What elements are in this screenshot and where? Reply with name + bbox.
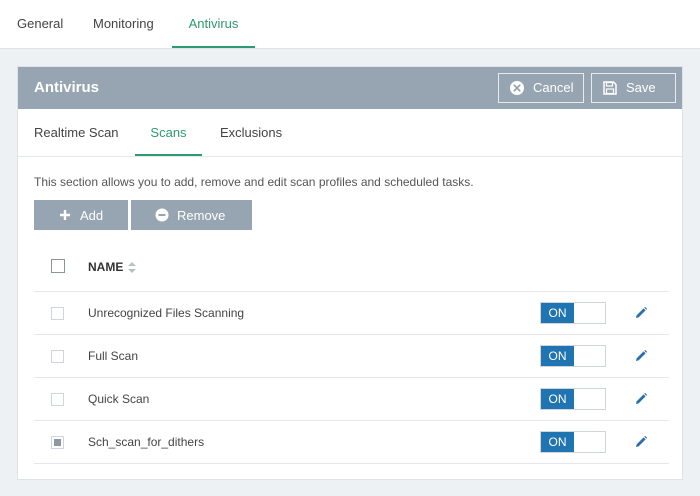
remove-button[interactable]: Remove [131, 200, 252, 230]
panel-header: Antivirus Cancel Save [18, 67, 682, 109]
row-checkbox[interactable] [51, 350, 64, 363]
table-row: Unrecognized Files Scanning ON [34, 292, 669, 335]
save-floppy-icon [602, 80, 618, 96]
table-header: NAME [34, 243, 669, 292]
plus-icon [58, 208, 72, 222]
sub-tab-bar: Realtime Scan Scans Exclusions [18, 109, 682, 157]
table-row: Quick Scan ON [34, 378, 669, 421]
row-checkbox[interactable] [51, 393, 64, 406]
tab-scans[interactable]: Scans [135, 109, 202, 156]
toggle-on-label: ON [541, 346, 574, 366]
scan-toggle[interactable]: ON [540, 388, 606, 410]
cancel-button[interactable]: Cancel [498, 73, 584, 103]
section-description: This section allows you to add, remove a… [34, 175, 474, 189]
toggle-on-label: ON [541, 389, 574, 409]
pencil-edit-icon[interactable] [634, 349, 648, 363]
pencil-edit-icon[interactable] [634, 306, 648, 320]
antivirus-panel: Antivirus Cancel Save Realtime Scan Scan… [17, 66, 683, 480]
remove-label: Remove [177, 207, 226, 223]
scan-toggle[interactable]: ON [540, 431, 606, 453]
pencil-edit-icon[interactable] [634, 392, 648, 406]
table-row: Sch_scan_for_dithers ON [34, 421, 669, 464]
sort-icon [128, 261, 137, 273]
table-row: Full Scan ON [34, 335, 669, 378]
tab-exclusions[interactable]: Exclusions [220, 109, 282, 156]
minus-circle-icon [155, 208, 169, 222]
cancel-label: Cancel [533, 80, 574, 95]
tab-general[interactable]: General [17, 0, 63, 48]
scan-name: Quick Scan [88, 392, 150, 406]
scan-name: Full Scan [88, 349, 139, 363]
toggle-on-label: ON [541, 303, 574, 323]
select-all-checkbox[interactable] [51, 259, 65, 273]
scan-name: Unrecognized Files Scanning [88, 306, 245, 320]
add-label: Add [80, 207, 104, 223]
add-button[interactable]: Add [34, 200, 128, 230]
top-tab-bar: General Monitoring Antivirus [0, 0, 700, 49]
scan-toggle[interactable]: ON [540, 345, 606, 367]
panel-title: Antivirus [34, 79, 100, 96]
scan-name: Sch_scan_for_dithers [88, 435, 205, 449]
scan-profiles-table: NAME Unrecognized Files Scanning ON Full… [34, 243, 669, 464]
row-checkbox[interactable] [51, 436, 64, 449]
tab-realtime-scan[interactable]: Realtime Scan [34, 109, 119, 156]
tab-monitoring[interactable]: Monitoring [93, 0, 154, 48]
tab-antivirus[interactable]: Antivirus [172, 0, 255, 48]
cancel-circle-x-icon [509, 80, 525, 96]
save-button[interactable]: Save [591, 73, 676, 103]
toggle-on-label: ON [541, 432, 574, 452]
pencil-edit-icon[interactable] [634, 435, 648, 449]
name-column-header[interactable]: NAME [88, 260, 137, 274]
save-label: Save [626, 80, 656, 95]
name-header-label: NAME [88, 260, 124, 274]
scan-toggle[interactable]: ON [540, 302, 606, 324]
row-checkbox[interactable] [51, 307, 64, 320]
